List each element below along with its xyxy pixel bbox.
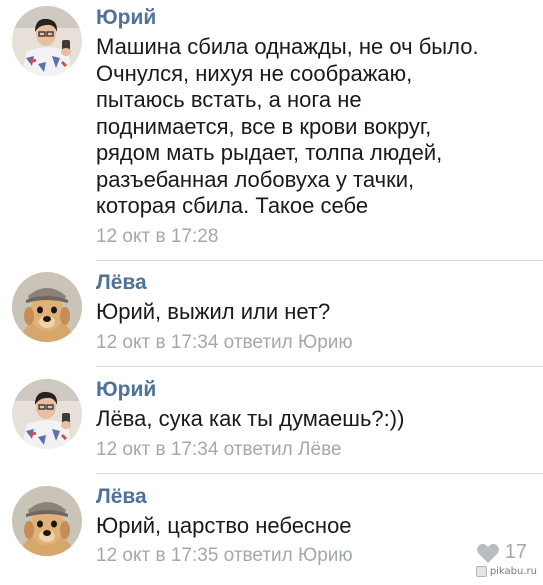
like-button[interactable]: 17 (476, 541, 527, 564)
dog-photo-icon (12, 486, 82, 556)
comment-author[interactable]: Юрий (96, 5, 156, 31)
comment-text: Юрий, выжил или нет? (96, 299, 331, 324)
comment-text: Юрий, царство небесное (96, 513, 352, 538)
comment-divider (96, 473, 543, 474)
avatar-yuri[interactable] (12, 379, 82, 449)
pikabu-logo-icon (475, 566, 487, 577)
comment-divider (96, 260, 543, 261)
comment-author[interactable]: Юрий (96, 377, 156, 403)
person-photo-icon (12, 379, 82, 449)
avatar-yuri[interactable] (12, 6, 82, 76)
dog-photo-icon (12, 272, 82, 342)
watermark-text: pikabu.ru (489, 566, 537, 577)
comment-timestamp[interactable]: 12 окт в 17:34 ответил Лёве (96, 438, 342, 462)
comment-timestamp[interactable]: 12 окт в 17:28 (96, 225, 218, 249)
heart-icon (476, 543, 499, 563)
comment-divider (96, 366, 543, 367)
watermark: pikabu.ru (475, 566, 537, 577)
avatar-leva[interactable] (12, 272, 82, 342)
comment-timestamp[interactable]: 12 окт в 17:35 ответил Юрию (96, 544, 353, 568)
comment-text: Машина сбила однажды, не оч было. Очнулс… (96, 34, 479, 218)
like-count: 17 (504, 541, 527, 563)
comment-timestamp[interactable]: 12 окт в 17:34 ответил Юрию (96, 331, 353, 355)
avatar-leva[interactable] (12, 486, 82, 556)
comment-text: Лёва, сука как ты думаешь?:)) (96, 406, 405, 431)
comment-author[interactable]: Лёва (96, 270, 147, 296)
comment-author[interactable]: Лёва (96, 484, 147, 510)
person-photo-icon (12, 6, 82, 76)
